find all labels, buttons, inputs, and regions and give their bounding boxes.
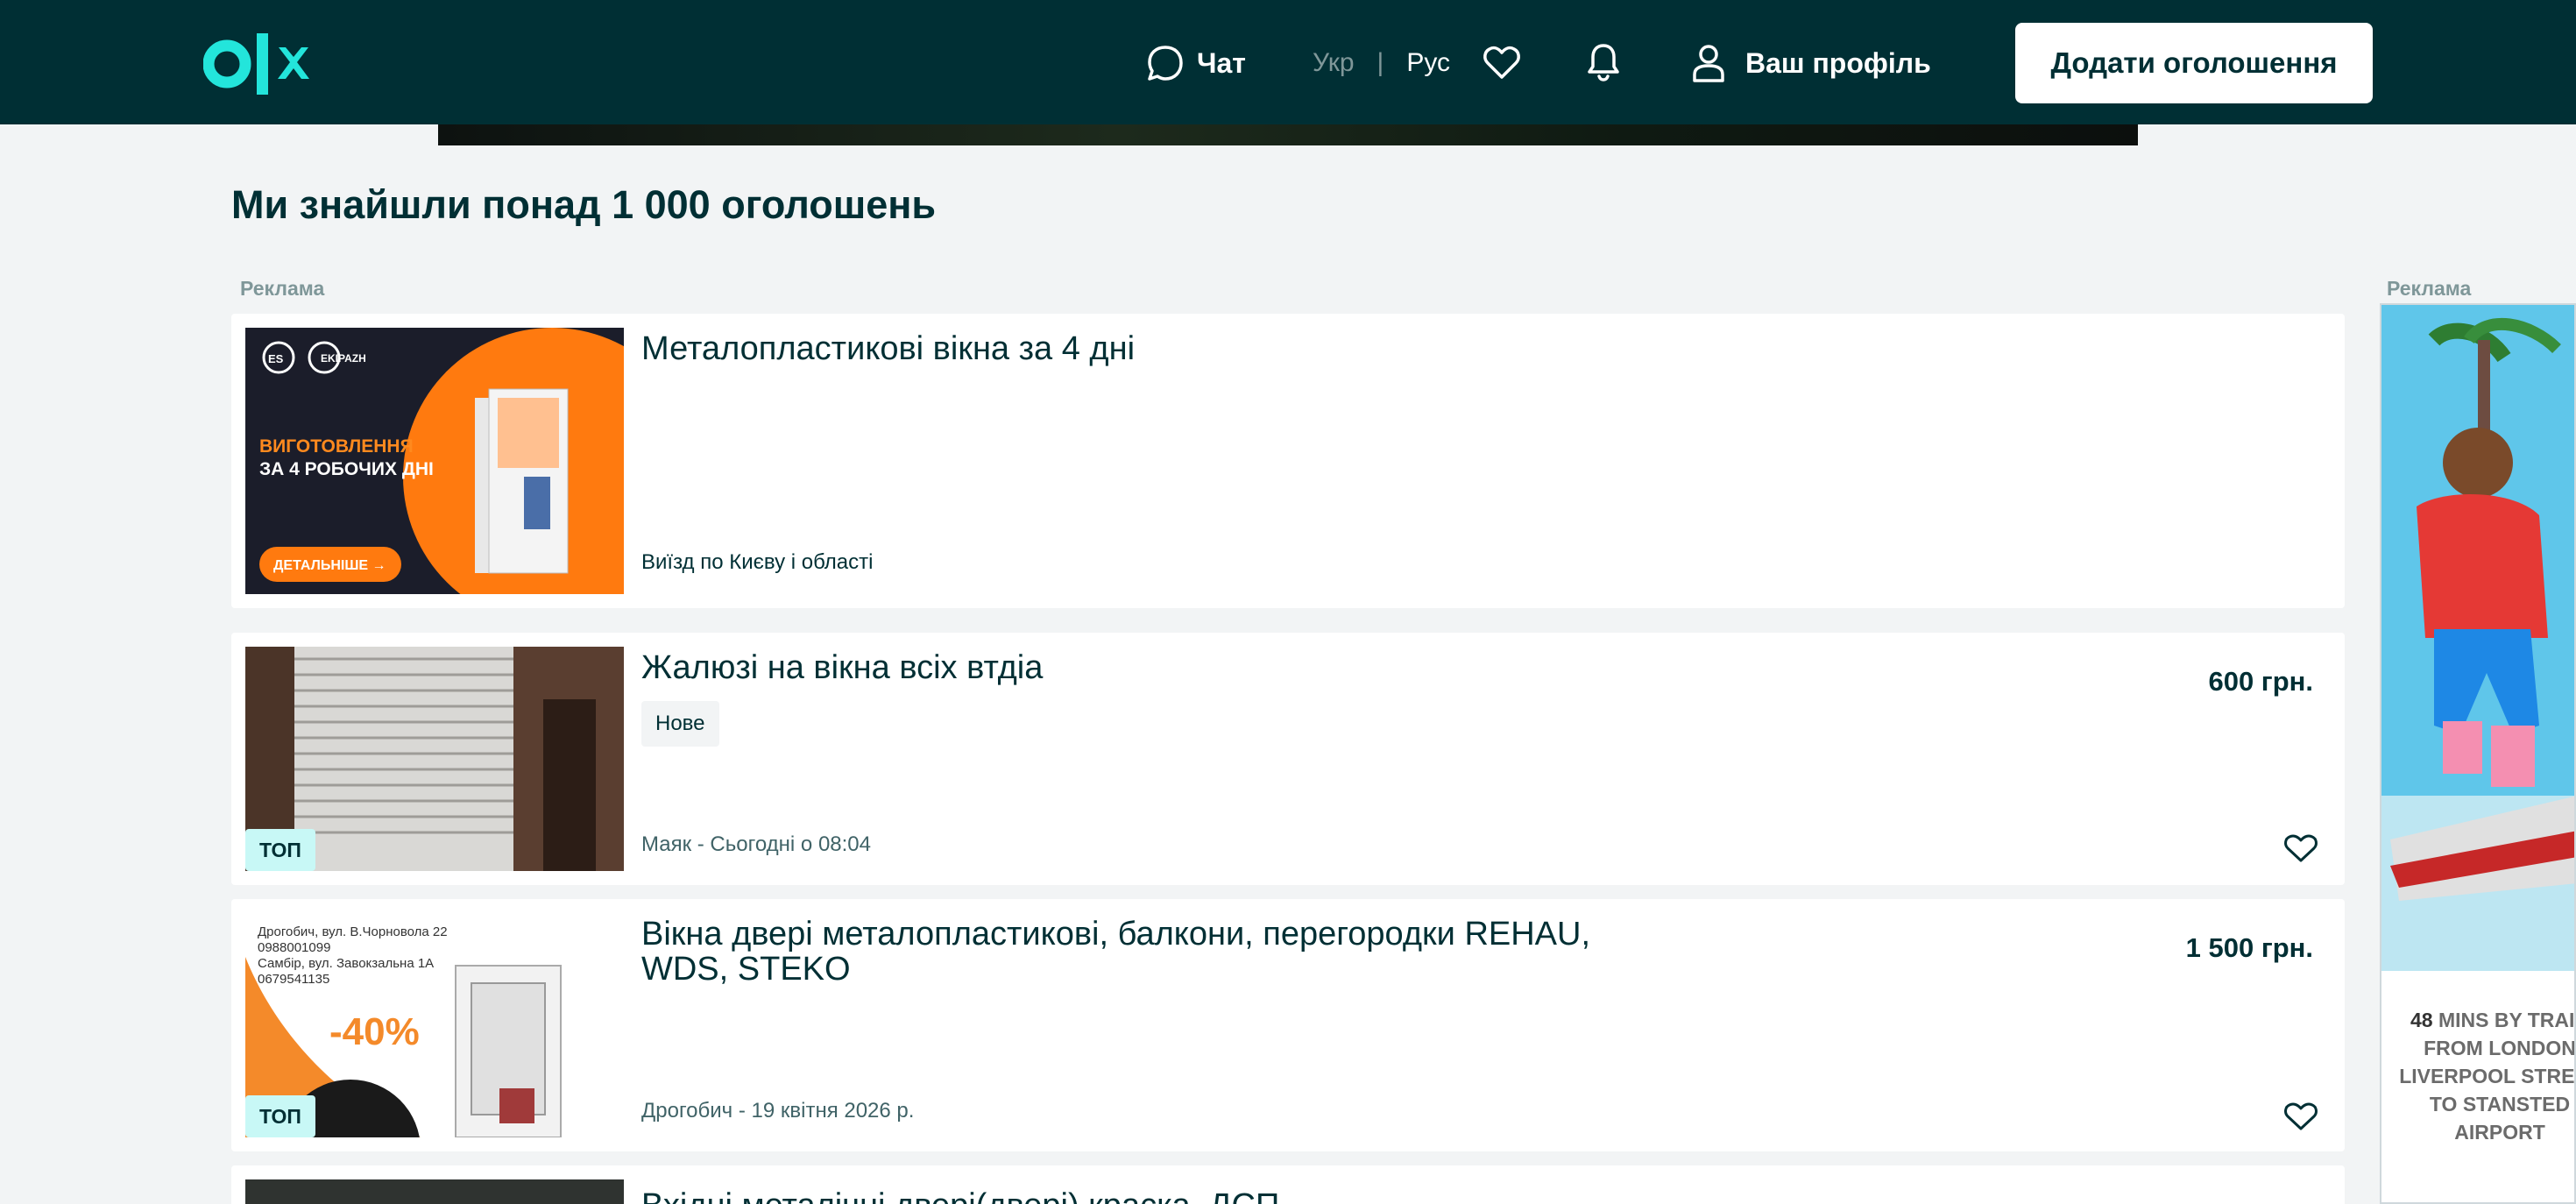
- listing-title-line1: Вікна двері металопластикові, балкони, п…: [641, 916, 1591, 953]
- lang-ukr[interactable]: Укр: [1313, 48, 1355, 78]
- listing-title[interactable]: Вікна двері металопластикові, балкони, п…: [641, 917, 1590, 987]
- listing-meta: Дрогобич - 19 квітня 2026 р.: [641, 1099, 915, 1123]
- olx-logo[interactable]: [203, 30, 331, 98]
- listing-title[interactable]: Вхідні металічні двері(двері) краска, ДС…: [641, 1188, 1279, 1204]
- top-header: Чат Укр | Рус Ваш профіль Додати оголоше…: [0, 0, 2576, 124]
- listing-card[interactable]: Дрогобич, вул. В.Чорновола 22 0988001099…: [231, 899, 2345, 1151]
- image-phone1: 0988001099: [258, 940, 330, 955]
- ad-brand-es: ES: [268, 352, 284, 365]
- promoted-ad-card[interactable]: ES EKIPAZH ВИГОТОВЛЕННЯ ЗА 4 РОБОЧИХ ДНІ…: [231, 314, 2345, 608]
- ad-meta: Виїзд по Києву і області: [641, 550, 874, 574]
- listing-title[interactable]: Жалюзі на вікна всіх втдіа: [641, 650, 1043, 685]
- ad-cta: ДЕТАЛЬНІШЕ →: [273, 558, 386, 573]
- side-ad-label: Реклама: [2387, 277, 2472, 300]
- lang-separator: |: [1376, 48, 1384, 77]
- image-addr2: Самбір, вул. Завокзальна 1А: [258, 956, 434, 971]
- chat-link[interactable]: Чат: [1146, 40, 1246, 86]
- image-phone2: 0679541135: [258, 972, 329, 987]
- notifications-bell-icon[interactable]: [1586, 42, 1621, 82]
- chat-bubble-icon: [1148, 46, 1183, 81]
- image-discount: -40%: [329, 1010, 420, 1053]
- listing-card[interactable]: ТОП Жалюзі на вікна всіх втдіа Нове 600 …: [231, 633, 2345, 885]
- language-switcher: Укр | Рус: [1313, 46, 1450, 81]
- chat-label: Чат: [1197, 46, 1246, 79]
- side-ad-illustration: [2381, 305, 2574, 971]
- side-banner-ad[interactable]: 48 MINS BY TRAIN FROM LONDON LIVERPOOL S…: [2380, 303, 2576, 1204]
- user-icon: [1693, 45, 1724, 82]
- favorite-heart-icon[interactable]: [2283, 1101, 2318, 1132]
- ad-line1: ВИГОТОВЛЕННЯ: [259, 436, 414, 457]
- favorite-heart-icon[interactable]: [2283, 832, 2318, 864]
- condition-badge: Нове: [641, 701, 719, 747]
- top-badge: ТОП: [245, 829, 315, 871]
- side-ad-text-bold: 48: [2410, 1009, 2433, 1031]
- profile-link[interactable]: Ваш профіль: [1691, 40, 1931, 86]
- ad-image: ES EKIPAZH ВИГОТОВЛЕННЯ ЗА 4 РОБОЧИХ ДНІ…: [245, 328, 624, 594]
- lang-rus[interactable]: Рус: [1406, 48, 1450, 78]
- page-title: Ми знайшли понад 1 000 оголошень: [231, 182, 937, 227]
- favorites-heart-icon[interactable]: [1483, 44, 1521, 81]
- listing-meta: Маяк - Сьогодні о 08:04: [641, 832, 871, 856]
- ad-line2: ЗА 4 РОБОЧИХ ДНІ: [259, 459, 434, 479]
- top-badge: ТОП: [245, 1095, 315, 1137]
- side-ad-text: 48 MINS BY TRAIN FROM LONDON LIVERPOOL S…: [2390, 1006, 2574, 1146]
- ad-brand-ekipazh: EKIPAZH: [321, 352, 366, 365]
- profile-label: Ваш профіль: [1745, 46, 1931, 79]
- add-listing-button[interactable]: Додати оголошення: [2015, 23, 2373, 103]
- listing-image: [245, 1179, 624, 1204]
- listing-image: Дрогобич, вул. В.Чорновола 22 0988001099…: [245, 913, 624, 1137]
- image-addr1: Дрогобич, вул. В.Чорновола 22: [258, 924, 448, 939]
- ad-title[interactable]: Металопластикові вікна за 4 дні: [641, 331, 1135, 366]
- ad-label: Реклама: [240, 277, 325, 300]
- listing-image: ТОП: [245, 647, 624, 871]
- listing-title-line2: WDS, STEKO: [641, 951, 851, 988]
- listing-card[interactable]: Вхідні металічні двері(двері) краска, ДС…: [231, 1165, 2345, 1204]
- top-banner-ad[interactable]: [438, 124, 2138, 145]
- listing-price: 1 500 грн.: [2185, 932, 2313, 963]
- listing-price: 600 грн.: [2208, 666, 2313, 697]
